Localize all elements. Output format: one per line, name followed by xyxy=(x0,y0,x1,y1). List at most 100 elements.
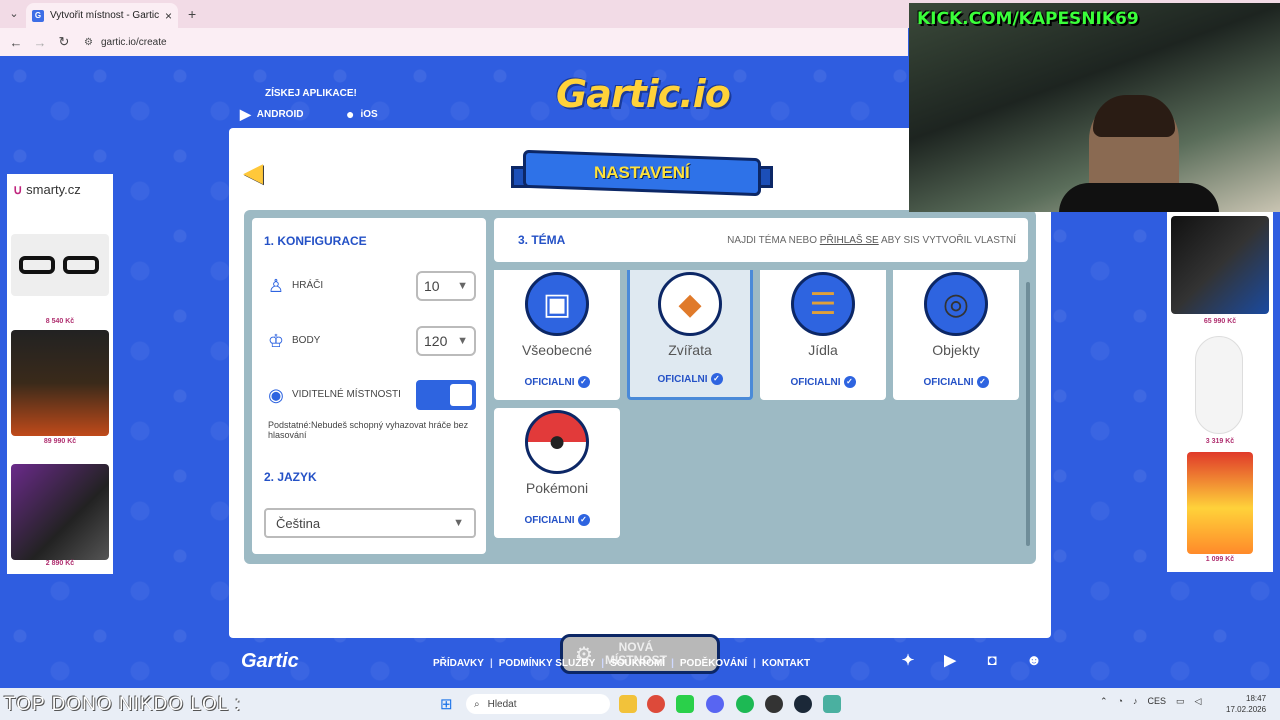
windows-start-icon[interactable]: ⊞ xyxy=(440,695,453,713)
footer-link-thanks[interactable]: PODĚKOVÁNÍ xyxy=(680,658,747,669)
chevron-down-icon: ▼ xyxy=(453,517,464,529)
streamer-shirt xyxy=(1059,183,1219,212)
theme-scrollbar[interactable] xyxy=(1026,282,1030,546)
footer-link-addons[interactable]: PŘÍDAVKY xyxy=(433,658,484,669)
theme-card-objekty[interactable]: ◎ Objekty OFICIALNI ✓ xyxy=(893,270,1019,400)
tray-lang[interactable]: CES xyxy=(1147,696,1166,707)
players-row: ♙ HRÁČI 10 ▼ xyxy=(264,270,476,302)
theme-header: 3. TÉMA NAJDI TÉMA NEBO PŘIHLAŠ SE ABY S… xyxy=(494,218,1028,262)
points-select[interactable]: 120 ▼ xyxy=(416,326,476,356)
pokeball-icon: ● xyxy=(525,410,589,474)
kick-app-icon[interactable] xyxy=(676,695,694,713)
back-triangle-icon[interactable]: ◀ xyxy=(243,158,271,186)
browser-tab[interactable]: G Vytvořit místnost - Gartic.io × xyxy=(26,3,178,28)
android-label: ANDROID xyxy=(256,109,304,120)
config-title: 1. KONFIGURACE xyxy=(264,234,367,248)
chrome-icon[interactable] xyxy=(647,695,665,713)
volume-icon[interactable]: ◁ xyxy=(1195,696,1202,707)
forward-arrow-icon[interactable]: → xyxy=(28,35,52,50)
theme-card-vseobecne[interactable]: ▣ Všeobecné OFICIALNI ✓ xyxy=(494,270,620,400)
stream-channel-text: KICK.COM/KAPESNIK69 xyxy=(917,9,1139,29)
twitter-icon[interactable]: ✦ xyxy=(898,652,918,670)
ios-label: iOS xyxy=(360,108,378,120)
ad-glasses-image xyxy=(11,234,109,296)
obs-icon[interactable] xyxy=(765,695,783,713)
players-select[interactable]: 10 ▼ xyxy=(416,271,476,301)
ios-link[interactable]: ● iOS xyxy=(346,106,378,122)
streamer-hair xyxy=(1093,95,1175,137)
apple-icon: ● xyxy=(346,106,355,122)
system-tray: ⌃ ◔ ♪ CES ▭ ◁ xyxy=(1100,696,1201,707)
taskbar-search-label: Hledat xyxy=(487,698,517,710)
network-icon[interactable]: ▭ xyxy=(1176,696,1185,707)
visible-rooms-toggle[interactable] xyxy=(416,380,476,410)
ad-pc-image xyxy=(11,330,109,436)
config-column: 1. KONFIGURACE ♙ HRÁČI 10 ▼ ♔ BODY 120 ▼ xyxy=(252,218,486,554)
footer-link-terms[interactable]: PODMÍNKY SLUŽBY xyxy=(499,658,596,669)
url-field[interactable]: ⚙ gartic.io/create xyxy=(84,32,167,52)
players-value: 10 xyxy=(424,278,440,294)
footer-link-contact[interactable]: KONTAKT xyxy=(762,658,810,669)
instagram-icon[interactable]: ◘ xyxy=(982,652,1002,670)
discord-icon[interactable]: ☻ xyxy=(1024,652,1044,670)
points-row: ♔ BODY 120 ▼ xyxy=(264,325,476,357)
language-select[interactable]: Čeština ▼ xyxy=(264,508,476,538)
reload-icon[interactable]: ↻ xyxy=(52,34,76,50)
footer-links: PŘÍDAVKY | PODMÍNKY SLUŽBY | SOUKROMÍ | … xyxy=(433,658,811,669)
back-arrow-icon[interactable]: ← xyxy=(4,35,28,50)
steam-icon[interactable] xyxy=(794,695,812,713)
app-icon[interactable] xyxy=(823,695,841,713)
youtube-icon[interactable]: ▶ xyxy=(940,652,960,670)
dog-icon: ◆ xyxy=(658,272,722,336)
check-icon: ✓ xyxy=(710,373,723,385)
camera-icon: ◎ xyxy=(924,272,988,336)
search-icon: ⌕ xyxy=(474,698,480,710)
tab-title: Vytvořit místnost - Gartic.io xyxy=(50,10,159,21)
official-badge: OFICIALNI ✓ xyxy=(658,373,723,385)
footer-logo[interactable]: Gartic xyxy=(241,650,299,673)
tray-app-icon[interactable]: ◔ xyxy=(1118,696,1123,707)
theme-card-jidla[interactable]: ☰ Jídla OFICIALNI ✓ xyxy=(760,270,886,400)
taskbar-clock[interactable]: 18:47 17.02.2026 xyxy=(1226,693,1266,715)
settings-banner: NASTAVENÍ xyxy=(511,149,773,197)
ad-mouse-image xyxy=(11,464,109,560)
site-info-icon[interactable]: ⚙ xyxy=(84,37,93,48)
android-link[interactable]: ▶ ANDROID xyxy=(240,106,303,123)
points-label: BODY xyxy=(292,335,321,346)
spotify-icon[interactable] xyxy=(736,695,754,713)
address-bar: ← → ↻ ⚙ gartic.io/create xyxy=(0,28,908,56)
chevron-down-icon: ▼ xyxy=(457,335,468,347)
theme-card-zvirata[interactable]: ◆ Zvířata OFICIALNI ✓ xyxy=(627,270,753,400)
gartic-favicon-icon: G xyxy=(32,9,44,22)
tray-expand-icon[interactable]: ⌃ xyxy=(1100,696,1108,707)
social-links: ✦ ▶ ◘ ☻ xyxy=(898,652,1044,670)
ad-right[interactable]: 65 990 Kč 3 319 Kč 1 099 Kč xyxy=(1167,212,1273,572)
discord-app-icon[interactable] xyxy=(706,695,724,713)
gartic-logo[interactable]: Gartic.io xyxy=(556,72,731,116)
official-badge: OFICIALNI ✓ xyxy=(924,376,989,388)
official-badge: OFICIALNI ✓ xyxy=(525,376,590,388)
check-icon: ✓ xyxy=(577,376,590,388)
login-link[interactable]: PŘIHLAŠ SE xyxy=(820,235,879,246)
tab-search-icon[interactable]: ⌄ xyxy=(6,6,22,22)
file-explorer-icon[interactable] xyxy=(619,695,637,713)
taskbar-search[interactable]: ⌕ Hledat xyxy=(466,694,610,714)
eye-icon: ◉ xyxy=(268,385,284,405)
footer-link-privacy[interactable]: SOUKROMÍ xyxy=(610,658,665,669)
theme-card-pokemoni[interactable]: ● Pokémoni OFICIALNI ✓ xyxy=(494,408,620,538)
language-title: 2. JAZYK xyxy=(264,470,317,484)
tab-close-icon[interactable]: × xyxy=(165,9,172,23)
ad-price: 65 990 Kč xyxy=(1203,318,1237,325)
settings-panel: 1. KONFIGURACE ♙ HRÁČI 10 ▼ ♔ BODY 120 ▼ xyxy=(244,210,1036,564)
ad-left[interactable]: ∪ smarty.cz 8 540 Kč 89 990 Kč 2 890 Kč xyxy=(7,174,113,574)
theme-name: Zvířata xyxy=(668,342,712,358)
ad-price: 89 990 Kč xyxy=(43,438,77,445)
new-tab-button[interactable]: + xyxy=(188,6,196,22)
check-icon: ✓ xyxy=(976,376,989,388)
microphone-icon[interactable]: ♪ xyxy=(1133,696,1138,707)
burger-icon: ☰ xyxy=(791,272,855,336)
theme-name: Jídla xyxy=(808,342,838,358)
ad-brand: ∪ smarty.cz xyxy=(13,182,81,197)
official-badge: OFICIALNI ✓ xyxy=(791,376,856,388)
check-icon: ✓ xyxy=(843,376,856,388)
